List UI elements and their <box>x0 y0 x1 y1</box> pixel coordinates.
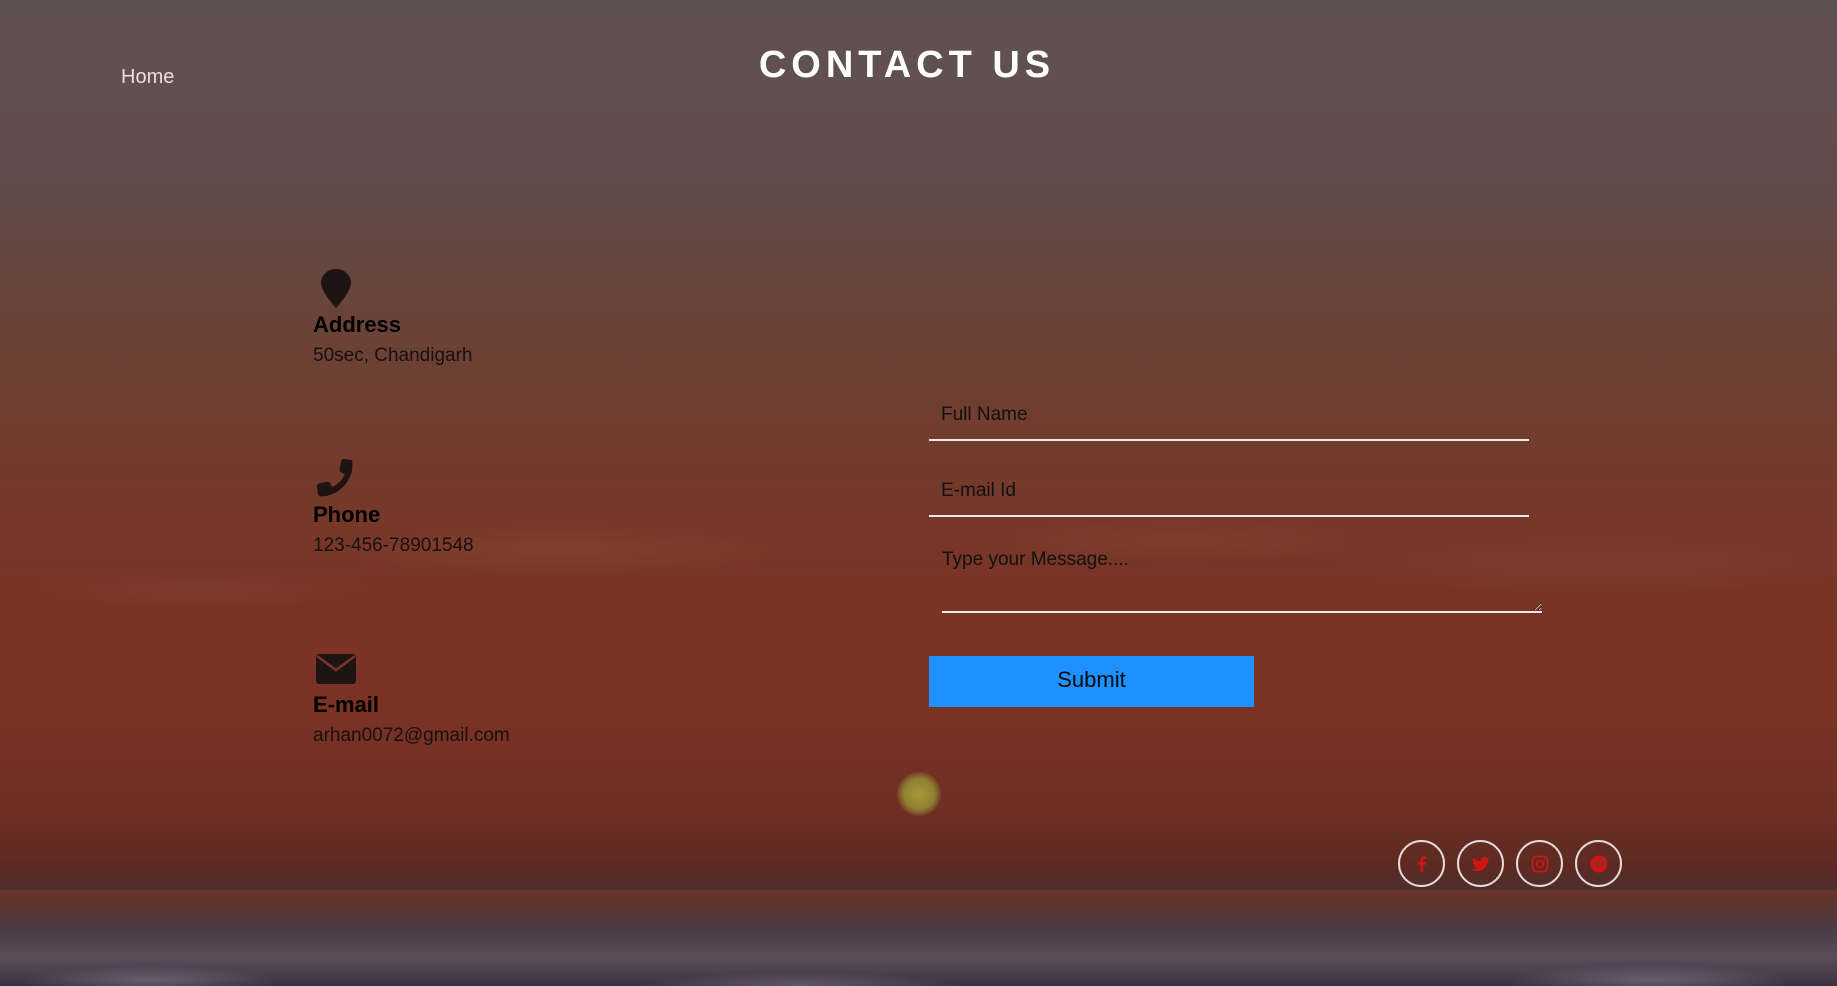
full-name-input[interactable] <box>929 385 1529 441</box>
instagram-button[interactable] <box>1516 840 1563 887</box>
twitter-icon <box>1471 856 1489 871</box>
envelope-icon <box>315 646 357 690</box>
background-sun <box>897 772 941 816</box>
phone-value: 123-456-78901548 <box>313 535 474 556</box>
pinterest-button[interactable] <box>1575 840 1622 887</box>
message-textarea[interactable] <box>942 537 1542 613</box>
map-pin-icon <box>315 266 357 310</box>
email-value: arhan0072@gmail.com <box>313 725 510 746</box>
phone-icon <box>315 456 357 500</box>
facebook-button[interactable] <box>1398 840 1445 887</box>
email-block: E-mail arhan0072@gmail.com <box>313 646 510 747</box>
phone-block: Phone 123-456-78901548 <box>313 456 474 557</box>
address-label: Address <box>313 312 402 337</box>
contact-page: Home CONTACT US Address 50sec, Chandigar… <box>0 0 1837 986</box>
social-links <box>1398 840 1622 887</box>
address-value: 50sec, Chandigarh <box>313 345 473 366</box>
email-label: E-mail <box>313 692 380 717</box>
background-sea <box>0 890 1837 986</box>
contact-form: Submit <box>929 385 1542 707</box>
twitter-button[interactable] <box>1457 840 1504 887</box>
address-block: Address 50sec, Chandigarh <box>313 266 473 367</box>
submit-button[interactable]: Submit <box>929 656 1254 707</box>
page-title: CONTACT US <box>758 44 1056 86</box>
phone-label: Phone <box>313 502 381 527</box>
facebook-icon <box>1417 855 1426 872</box>
email-input[interactable] <box>929 461 1529 517</box>
background-waves <box>0 940 1837 986</box>
pinterest-icon <box>1590 855 1607 872</box>
background-clouds <box>0 470 1837 670</box>
instagram-icon <box>1531 855 1548 872</box>
